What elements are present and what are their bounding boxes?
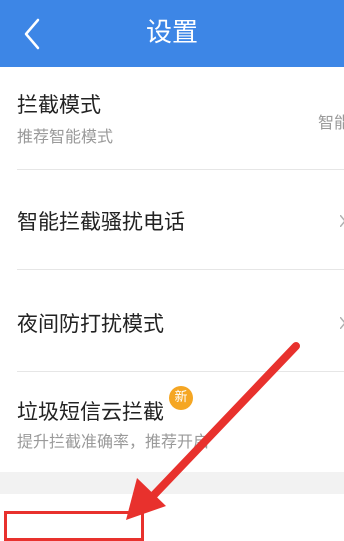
new-badge: 新 bbox=[169, 386, 193, 410]
page-title: 设置 bbox=[145, 18, 198, 48]
chevron-right-icon bbox=[340, 215, 344, 227]
setting-title: 垃圾短信云拦截 bbox=[17, 400, 164, 424]
setting-subtitle: 推荐智能模式 bbox=[17, 127, 114, 146]
setting-title: 拦截模式 bbox=[17, 93, 101, 117]
annotation-highlight-box bbox=[4, 511, 144, 541]
setting-row-night-dnd[interactable]: 夜间防打扰模式 bbox=[0, 270, 344, 372]
setting-title: 夜间防打扰模式 bbox=[17, 312, 164, 336]
setting-subtitle: 提升拦截准确率，推荐开启 bbox=[17, 432, 210, 451]
setting-row-spam-sms-cloud-block[interactable]: 垃圾短信云拦截 新 提升拦截准确率，推荐开启 bbox=[0, 372, 344, 472]
setting-value: 智能 bbox=[317, 113, 344, 132]
section-separator bbox=[0, 472, 344, 494]
title-bar: 设置 bbox=[0, 0, 344, 67]
setting-title: 智能拦截骚扰电话 bbox=[17, 210, 185, 234]
setting-row-smart-block-calls[interactable]: 智能拦截骚扰电话 bbox=[0, 170, 344, 270]
chevron-right-icon bbox=[340, 317, 344, 329]
setting-row-intercept-mode[interactable]: 拦截模式 推荐智能模式 智能 bbox=[0, 67, 344, 170]
